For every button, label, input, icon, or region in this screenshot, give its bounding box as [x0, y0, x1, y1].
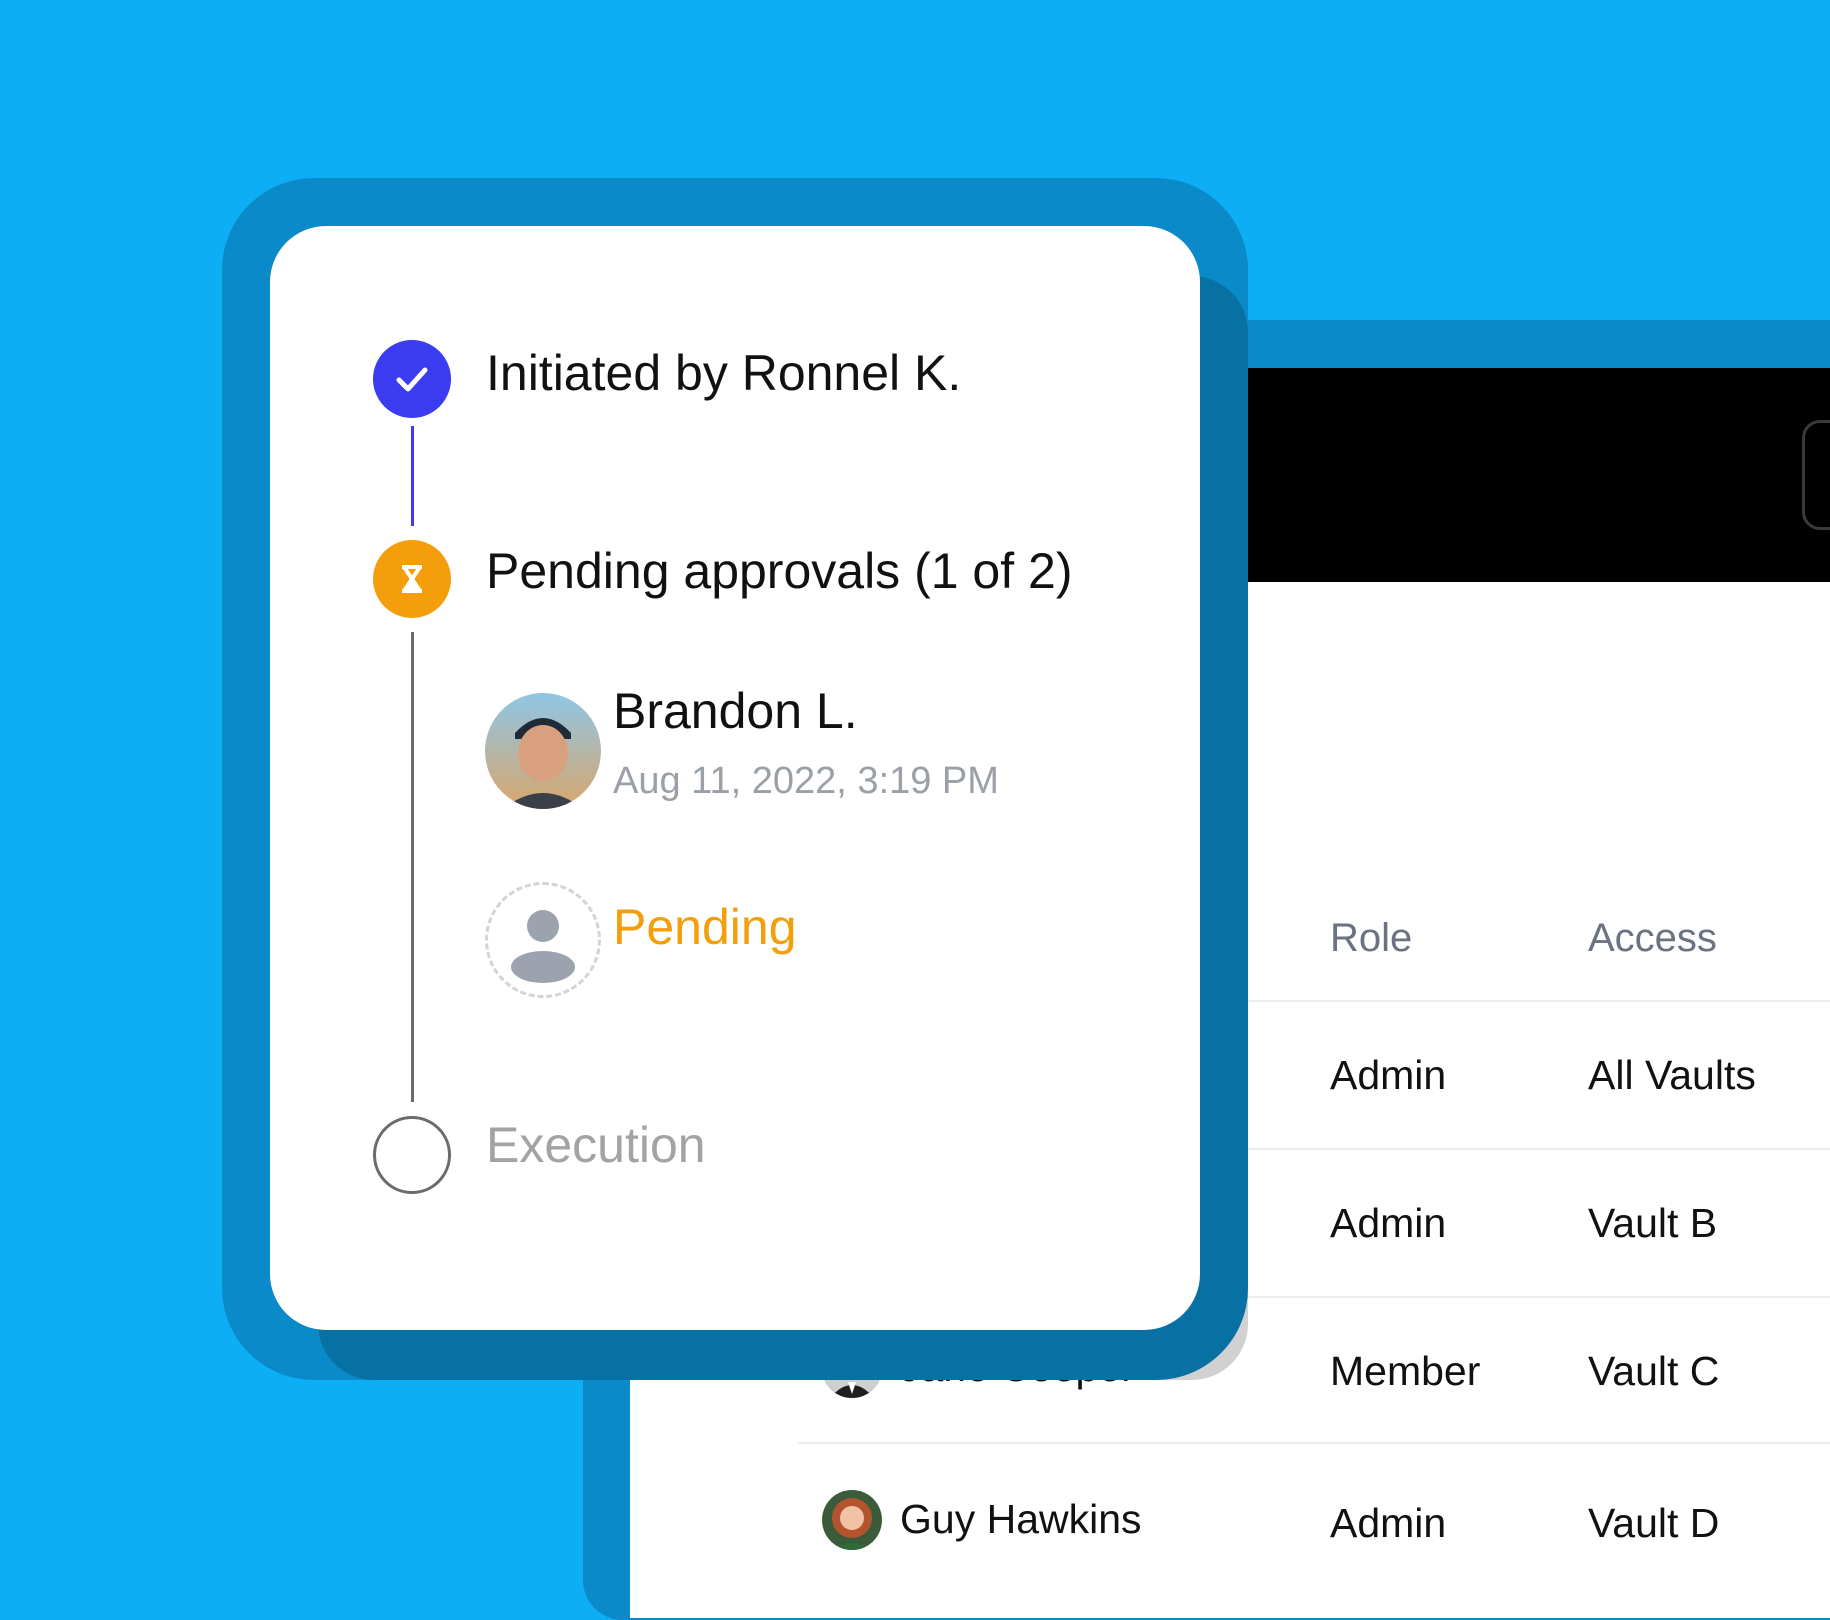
row-4-role: Admin [1330, 1500, 1447, 1546]
pending-approver-status: Pending [613, 899, 797, 955]
row-3-role: Member [1330, 1348, 1481, 1394]
placeholder-user-icon [511, 910, 575, 983]
row-1-role: Admin [1330, 1052, 1447, 1098]
table-divider [798, 1442, 1830, 1444]
step-connector [411, 632, 414, 1102]
approver-avatar[interactable] [485, 693, 601, 809]
step-execution-label: Execution [486, 1117, 706, 1173]
column-header-access[interactable]: Access [1588, 916, 1717, 961]
step-connector [411, 426, 414, 526]
avatar [822, 1490, 882, 1550]
row-2-role: Admin [1330, 1200, 1447, 1246]
row-4-name: Guy Hawkins [900, 1496, 1142, 1542]
check-icon [396, 367, 428, 392]
header-control[interactable] [1802, 420, 1830, 530]
step-done-indicator [373, 340, 451, 418]
row-3-access: Vault C [1588, 1348, 1720, 1394]
approver-name: Brandon L. [613, 683, 858, 739]
approval-card: Initiated by Ronnel K. Pending approvals… [270, 226, 1200, 1330]
row-2-access: Vault B [1588, 1200, 1718, 1246]
step-initiated-label: Initiated by Ronnel K. [486, 345, 962, 401]
avatar-photo-icon [485, 693, 601, 809]
step-pending-label: Pending approvals (1 of 2) [486, 543, 1073, 599]
hourglass-icon [402, 565, 422, 593]
empty-circle-icon [373, 1116, 451, 1194]
step-pending-indicator [373, 540, 451, 618]
row-4-access: Vault D [1588, 1500, 1720, 1546]
approval-timestamp: Aug 11, 2022, 3:19 PM [613, 760, 999, 802]
row-1-access: All Vaults [1588, 1052, 1756, 1098]
avatar-photo-icon [822, 1490, 882, 1550]
column-header-role[interactable]: Role [1330, 916, 1412, 961]
pending-approver-avatar[interactable] [485, 882, 601, 998]
